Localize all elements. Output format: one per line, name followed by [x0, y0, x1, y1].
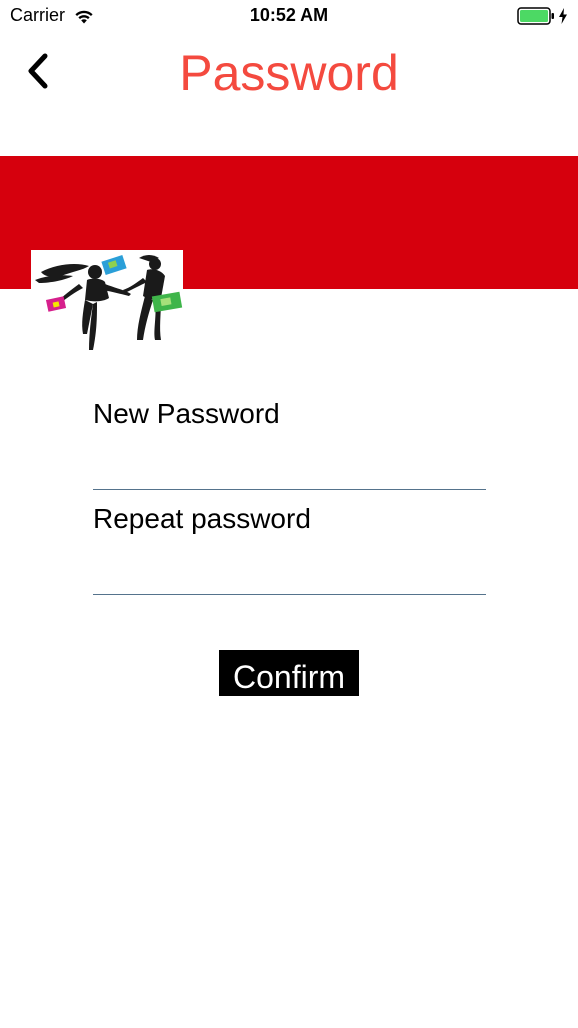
- new-password-field: New Password: [93, 397, 486, 490]
- status-bar: Carrier 10:52 AM: [0, 0, 578, 32]
- repeat-password-input[interactable]: [93, 554, 486, 595]
- status-right: [517, 7, 568, 25]
- repeat-password-field: Repeat password: [93, 502, 486, 595]
- new-password-label: New Password: [93, 398, 280, 429]
- shopping-logo: [31, 250, 183, 352]
- nav-bar: Password: [0, 32, 578, 128]
- charging-bolt-icon: [559, 8, 567, 24]
- status-time: 10:52 AM: [249, 5, 329, 25]
- shopping-silhouette-illustration: [35, 254, 183, 350]
- new-password-input[interactable]: [93, 449, 486, 490]
- confirm-button[interactable]: Confirm: [219, 650, 359, 696]
- battery-icon: [517, 7, 554, 25]
- repeat-password-label: Repeat password: [93, 503, 311, 534]
- page-title: Password: [179, 45, 399, 101]
